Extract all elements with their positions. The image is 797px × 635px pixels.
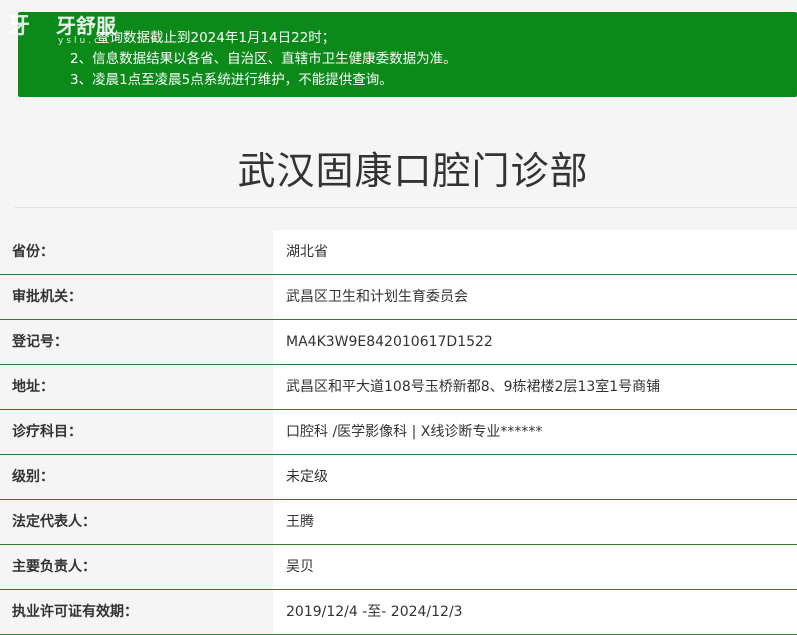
logo-brand-text: 牙舒服: [56, 14, 116, 38]
info-row-principal: 主要负责人： 吴贝: [0, 545, 797, 590]
logo-mark: 牙: [8, 14, 30, 39]
row-value: 口腔科 /医学影像科 | X线诊断专业******: [273, 410, 797, 454]
info-row-level: 级别： 未定级: [0, 455, 797, 500]
row-value: 王腾: [273, 500, 797, 544]
notice-line-1: 查询数据截止到2024年1月14日22时；: [96, 30, 336, 46]
row-label: 主要负责人：: [0, 545, 273, 589]
row-label: 法定代表人：: [0, 500, 273, 544]
row-label: 登记号：: [0, 320, 273, 364]
info-row-legal-representative: 法定代表人： 王腾: [0, 500, 797, 545]
info-row-province: 省份： 湖北省: [0, 230, 797, 275]
row-value: 未定级: [273, 455, 797, 499]
info-row-departments: 诊疗科目： 口腔科 /医学影像科 | X线诊断专业******: [0, 410, 797, 455]
info-row-approval-authority: 审批机关： 武昌区卫生和计划生育委员会: [0, 275, 797, 320]
row-label: 执业许可证有效期：: [0, 590, 273, 634]
logo-subtitle: yslu.cn: [58, 36, 111, 46]
row-label: 地址：: [0, 365, 273, 409]
notice-line-2: 2、信息数据结果以各省、自治区、直辖市卫生健康委数据为准。: [70, 51, 457, 67]
site-logo[interactable]: 牙 牙舒服 yslu.cn: [8, 6, 128, 50]
clinic-title: 武汉固康口腔门诊部: [237, 149, 589, 193]
row-value: 湖北省: [273, 230, 797, 274]
notice-line-3: 3、凌晨1点至凌晨5点系统进行维护，不能提供查询。: [70, 72, 393, 88]
info-row-license-validity: 执业许可证有效期： 2019/12/4 -至- 2024/12/3: [0, 590, 797, 635]
info-row-address: 地址： 武昌区和平大道108号玉桥新都8、9栋裙楼2层13室1号商铺: [0, 365, 797, 410]
row-label: 级别：: [0, 455, 273, 499]
row-value: MA4K3W9E842010617D1522: [273, 320, 797, 364]
row-value: 武昌区和平大道108号玉桥新都8、9栋裙楼2层13室1号商铺: [273, 365, 797, 409]
notice-banner: 查询数据截止到2024年1月14日22时； 2、信息数据结果以各省、自治区、直辖…: [18, 12, 797, 97]
title-divider: [14, 207, 797, 208]
clinic-info-table: 省份： 湖北省 审批机关： 武昌区卫生和计划生育委员会 登记号： MA4K3W9…: [0, 230, 797, 635]
row-label: 诊疗科目：: [0, 410, 273, 454]
row-value: 武昌区卫生和计划生育委员会: [273, 275, 797, 319]
row-label: 省份：: [0, 230, 273, 274]
row-label: 审批机关：: [0, 275, 273, 319]
row-value: 吴贝: [273, 545, 797, 589]
row-value: 2019/12/4 -至- 2024/12/3: [273, 590, 797, 634]
info-row-registration-number: 登记号： MA4K3W9E842010617D1522: [0, 320, 797, 365]
